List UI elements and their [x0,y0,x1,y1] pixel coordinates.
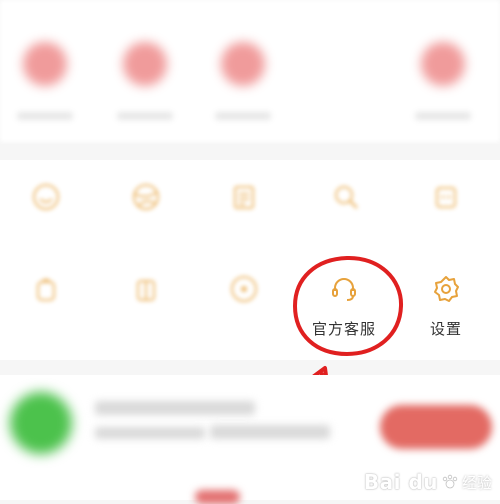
order-status-icon [123,42,167,86]
order-status-item[interactable] [198,42,288,120]
order-status-item[interactable] [0,42,90,120]
gear-icon [429,272,463,306]
bottom-tab-hint [195,490,240,504]
order-status-icon [23,42,67,86]
globe-icon [129,180,163,214]
face-icon [29,180,63,214]
paw-icon [442,474,458,489]
promo-title-placeholder [95,401,255,415]
promo-subtitle-placeholder [95,427,205,439]
watermark-main-text: Bai du [363,470,438,494]
highlight-circle-annotation [292,255,404,357]
service-item-5[interactable] [400,180,492,264]
order-status-label [117,112,173,120]
watermark-sub-text: 经验 [461,473,492,492]
location-icon [227,272,261,306]
order-status-label [415,112,471,120]
calendar-icon [227,180,261,214]
promo-action-button[interactable] [380,405,492,449]
baidu-jingyan-watermark: Bai du 经验 [364,470,492,494]
service-item-6[interactable] [0,272,92,356]
order-status-item[interactable] [398,42,488,120]
service-item-7[interactable] [100,272,192,356]
service-item-2[interactable] [100,180,192,264]
order-status-icon [221,42,265,86]
bag-icon [29,272,63,306]
settings-item[interactable]: 设置 [400,272,492,356]
cart-icon [429,180,463,214]
order-status-item[interactable] [100,42,190,120]
service-label: 设置 [429,321,462,338]
service-item-1[interactable] [0,180,92,264]
order-status-panel [0,0,500,142]
search-star-icon [329,180,363,214]
service-item-8[interactable] [198,272,290,356]
promo-avatar [10,392,72,454]
service-item-4[interactable] [300,180,392,264]
order-status-icon [421,42,465,86]
gift-icon [129,272,163,306]
order-status-label [17,112,73,120]
service-item-3[interactable] [198,180,290,264]
promo-subtitle-placeholder [210,425,330,439]
order-status-label [215,112,271,120]
